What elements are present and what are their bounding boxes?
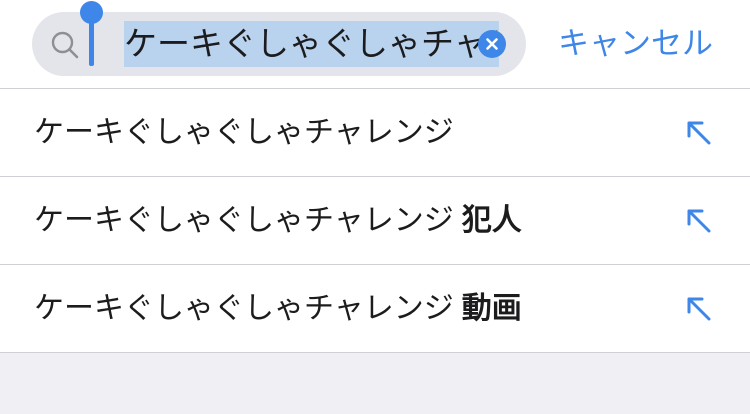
suggestion-suffix: 犯人 xyxy=(461,203,522,238)
suggestion-label: ケーキぐしゃぐしゃチャレンジ 動画 xyxy=(34,285,522,333)
suggestion-base-text: ケーキぐしゃぐしゃチャレンジ xyxy=(34,203,454,238)
search-bar[interactable]: ケーキぐしゃぐしゃチャレ xyxy=(32,12,526,76)
fill-query-arrow-icon[interactable] xyxy=(684,206,714,236)
selection-handle[interactable] xyxy=(80,1,103,24)
suggestion-base-text: ケーキぐしゃぐしゃチャレンジ xyxy=(34,291,454,326)
divider xyxy=(0,352,750,353)
clear-button[interactable] xyxy=(478,30,506,58)
clear-icon xyxy=(486,38,498,50)
suggestion-suffix: 動画 xyxy=(461,291,522,326)
search-input[interactable]: ケーキぐしゃぐしゃチャレ xyxy=(124,21,499,67)
suggestion-item[interactable]: ケーキぐしゃぐしゃチャレンジ 犯人 xyxy=(0,177,750,265)
suggestion-label: ケーキぐしゃぐしゃチャレンジ 犯人 xyxy=(34,197,522,245)
fill-query-arrow-icon[interactable] xyxy=(684,118,714,148)
search-icon xyxy=(51,31,79,59)
cancel-button[interactable]: キャンセル xyxy=(558,20,713,68)
fill-query-arrow-icon[interactable] xyxy=(684,294,714,324)
suggestion-label: ケーキぐしゃぐしゃチャレンジ xyxy=(34,109,462,157)
suggestion-item[interactable]: ケーキぐしゃぐしゃチャレンジ 動画 xyxy=(0,265,750,353)
suggestion-item[interactable]: ケーキぐしゃぐしゃチャレンジ xyxy=(0,89,750,177)
suggestion-base-text: ケーキぐしゃぐしゃチャレンジ xyxy=(34,115,454,150)
